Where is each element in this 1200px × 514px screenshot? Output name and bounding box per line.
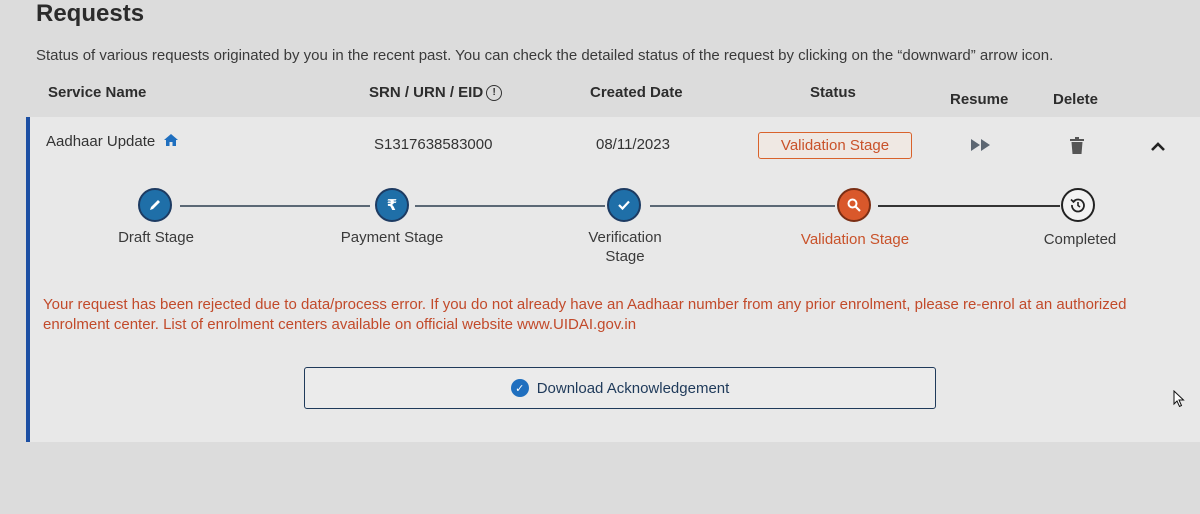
page-description: Status of various requests originated by… xyxy=(36,47,1054,64)
stage-connector xyxy=(180,205,370,207)
home-icon xyxy=(164,134,179,146)
status-badge: Validation Stage xyxy=(758,132,912,159)
service-name-cell: Aadhaar Update xyxy=(46,133,179,150)
stage-label-draft: Draft Stage xyxy=(118,229,194,246)
column-header-created-date: Created Date xyxy=(590,84,683,101)
column-header-status: Status xyxy=(810,84,856,101)
history-icon xyxy=(1070,198,1085,213)
trash-icon[interactable] xyxy=(1070,137,1084,154)
stage-validation xyxy=(837,188,871,222)
stage-label-validation: Validation Stage xyxy=(800,231,910,248)
mouse-cursor-icon xyxy=(1173,390,1185,408)
check-circle-icon: ✓ xyxy=(510,379,529,397)
stage-payment: ₹ xyxy=(375,188,409,222)
stage-connector xyxy=(878,205,1060,207)
stage-completed xyxy=(1061,188,1095,222)
srn-value: S1317638583000 xyxy=(374,136,493,153)
request-card: Aadhaar Update S1317638583000 08/11/2023… xyxy=(26,117,1200,442)
stage-label-payment: Payment Stage xyxy=(340,229,444,246)
search-icon xyxy=(847,198,861,212)
download-acknowledgement-button[interactable]: ✓ Download Acknowledgement xyxy=(304,367,936,409)
rupee-icon: ₹ xyxy=(386,197,398,214)
download-acknowledgement-label: Download Acknowledgement xyxy=(536,379,730,397)
created-date-value: 08/11/2023 xyxy=(596,136,670,153)
check-icon xyxy=(618,200,630,211)
fast-forward-icon[interactable] xyxy=(970,138,992,152)
column-header-resume: Resume xyxy=(950,91,1009,108)
stage-verification xyxy=(607,188,641,222)
pencil-icon xyxy=(150,200,160,210)
stage-draft xyxy=(138,188,172,222)
service-name: Aadhaar Update xyxy=(46,133,156,150)
page-title: Requests xyxy=(36,0,145,27)
column-header-delete: Delete xyxy=(1053,91,1099,108)
chevron-up-icon[interactable] xyxy=(1150,141,1166,151)
stage-label-verification: Verification Stage xyxy=(588,229,662,265)
column-header-srn-label: SRN / URN / EID xyxy=(369,84,484,101)
info-icon[interactable]: ! xyxy=(486,85,503,102)
column-header-srn: SRN / URN / EID! xyxy=(369,84,503,102)
stage-connector xyxy=(650,205,835,207)
stage-connector xyxy=(415,205,605,207)
column-header-service-name: Service Name xyxy=(48,84,147,101)
rejection-message: Your request has been rejected due to da… xyxy=(43,296,1127,333)
stage-label-completed: Completed xyxy=(1043,231,1117,248)
